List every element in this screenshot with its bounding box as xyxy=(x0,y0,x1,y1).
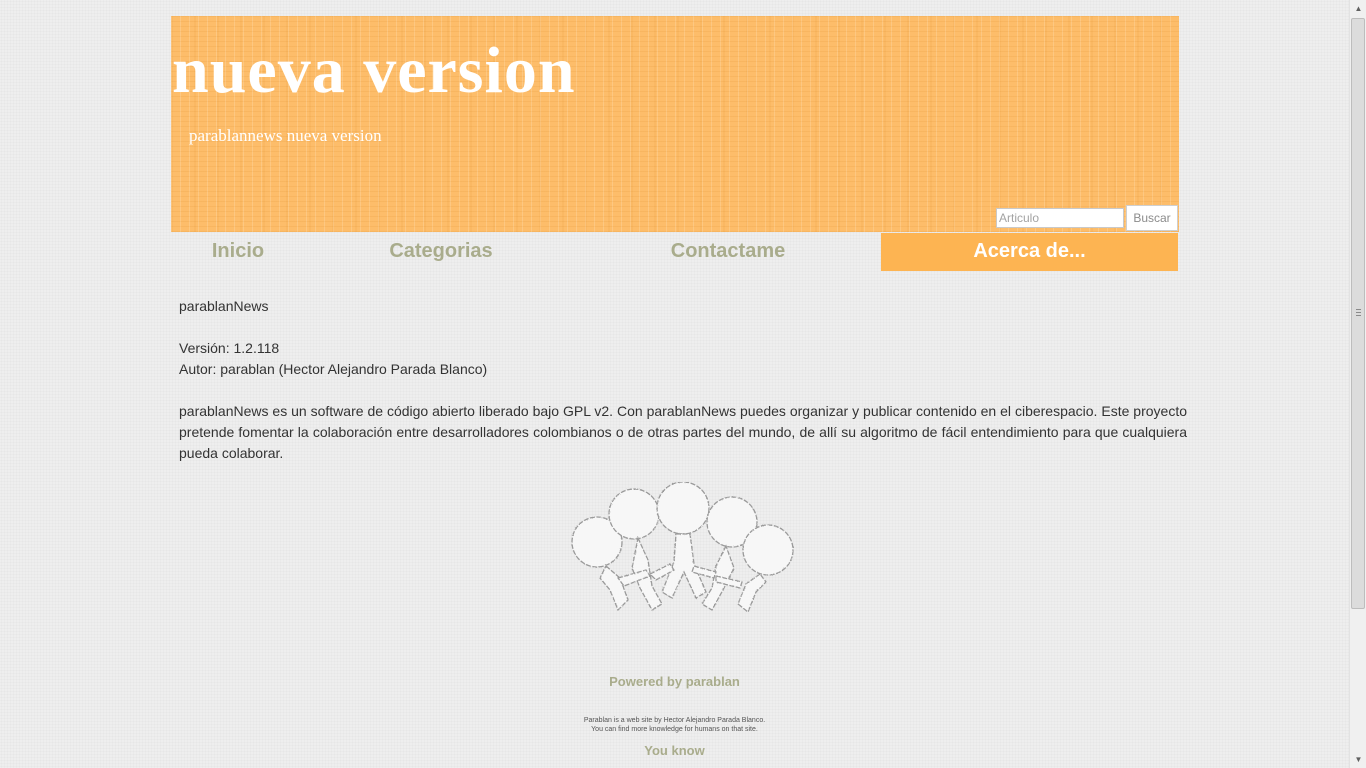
site-title: nueva version xyxy=(172,34,576,107)
author-text: Autor: parablan (Hector Alejandro Parada… xyxy=(179,361,488,377)
footer-note-line: You can find more knowledge for humans o… xyxy=(591,726,758,733)
search-button[interactable]: Buscar xyxy=(1126,205,1178,231)
about-content: parablanNews Versión: 1.2.118 Autor: par… xyxy=(179,296,1187,464)
you-know-link[interactable]: You know xyxy=(0,743,1349,758)
scroll-up-arrow-icon[interactable]: ▲ xyxy=(1351,0,1366,17)
version-text: Versión: 1.2.118 xyxy=(179,340,280,356)
powered-by-link[interactable]: Powered by parablan xyxy=(0,674,1349,689)
grip-icon xyxy=(1356,309,1361,316)
nav-item-inicio[interactable]: Inicio xyxy=(171,233,305,271)
footer-note-line: Parablan is a web site by Hector Alejand… xyxy=(583,717,766,724)
people-holding-hands-icon xyxy=(571,482,794,614)
footer-note: Parablan is a web site by Hector Alejand… xyxy=(0,716,1349,734)
nav-item-contactame[interactable]: Contactame xyxy=(643,233,813,271)
search-input[interactable] xyxy=(996,208,1124,228)
app-name: parablanNews xyxy=(179,298,269,314)
nav-item-acerca-de[interactable]: Acerca de... xyxy=(881,233,1178,271)
vertical-scrollbar[interactable]: ▲ ▼ xyxy=(1349,0,1366,768)
site-header: nueva version parablannews nueva version… xyxy=(171,16,1179,232)
main-nav: Inicio Categorias Contactame Acerca de..… xyxy=(171,233,1179,271)
page: nueva version parablannews nueva version… xyxy=(0,0,1349,768)
scrollbar-thumb[interactable] xyxy=(1351,18,1365,609)
site-subtitle: parablannews nueva version xyxy=(189,126,382,145)
nav-item-categorias[interactable]: Categorias xyxy=(356,233,526,271)
description-text: parablanNews es un software de código ab… xyxy=(179,403,1187,461)
scroll-down-arrow-icon[interactable]: ▼ xyxy=(1351,751,1366,768)
